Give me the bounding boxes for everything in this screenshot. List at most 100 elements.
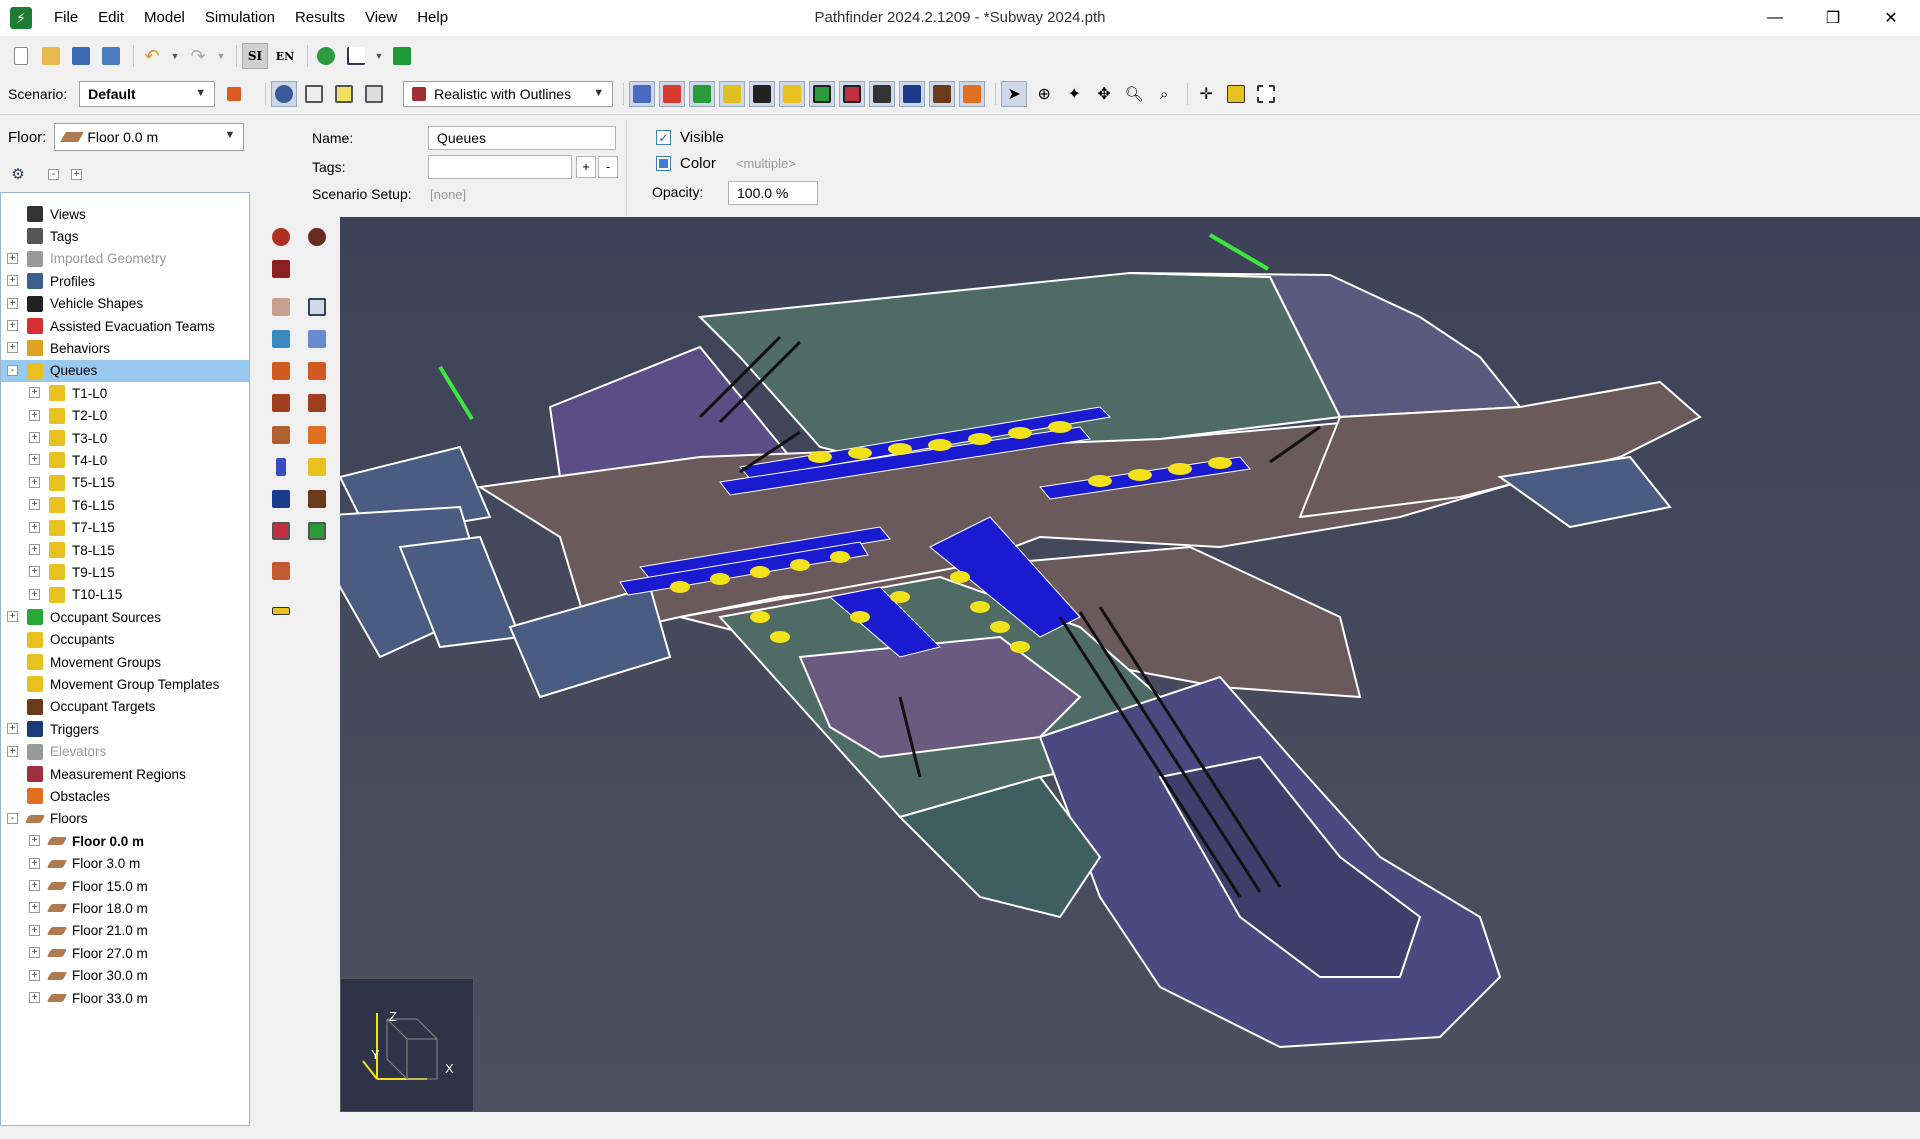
tree-item[interactable]: Views (1, 203, 249, 225)
view-layer-2-button[interactable] (331, 81, 357, 107)
tree-item[interactable]: + T10-L15 (1, 584, 249, 606)
menu-file[interactable]: File (44, 0, 88, 36)
expand-toggle[interactable]: + (7, 297, 18, 309)
tree-item[interactable]: + Floor 21.0 m (1, 920, 249, 942)
tree-item[interactable]: Obstacles (1, 785, 249, 807)
tree-item[interactable]: + Imported Geometry (1, 248, 249, 270)
expand-toggle[interactable]: + (29, 387, 40, 399)
expand-toggle[interactable]: + (29, 499, 40, 511)
expand-toggle[interactable]: + (7, 723, 18, 735)
tree-item[interactable]: + Floor 27.0 m (1, 942, 249, 964)
render-mode-select[interactable]: Realistic with Outlines ▼ (403, 81, 614, 107)
scenario-setup-value[interactable]: [none] (430, 187, 466, 202)
zoom-box-button[interactable]: ⌕ (1151, 81, 1177, 107)
expand-toggle[interactable]: + (29, 432, 40, 443)
expand-toggle[interactable]: + (29, 409, 40, 421)
expand-all-button[interactable]: + (71, 168, 82, 180)
occupant-tool[interactable] (268, 454, 294, 480)
color-swatch-row[interactable]: Color <multiple> (656, 155, 796, 172)
tree-item[interactable]: + Triggers (1, 718, 249, 740)
save-button[interactable] (68, 43, 94, 69)
opacity-field[interactable]: 100.0 % (728, 181, 818, 205)
escalator-tool[interactable] (268, 358, 294, 384)
menu-results[interactable]: Results (285, 0, 355, 36)
maximize-button[interactable]: ❐ (1804, 0, 1862, 36)
results-button[interactable] (343, 43, 369, 69)
tree-item[interactable]: + Vehicle Shapes (1, 293, 249, 315)
tree-item[interactable]: Measurement Regions (1, 763, 249, 785)
wall-tool[interactable] (304, 294, 330, 320)
export-button[interactable] (98, 43, 124, 69)
ramp-tool[interactable] (268, 390, 294, 416)
tree-item[interactable]: + T2-L0 (1, 405, 249, 427)
expand-toggle[interactable]: + (29, 521, 40, 533)
expand-toggle[interactable]: + (29, 544, 40, 555)
source-tool[interactable] (304, 518, 330, 544)
expand-toggle[interactable]: + (29, 857, 40, 869)
menu-edit[interactable]: Edit (88, 0, 134, 36)
pan-tool-button[interactable]: ✥ (1091, 81, 1117, 107)
tree-item[interactable]: Tags (1, 225, 249, 247)
close-button[interactable]: ✕ (1862, 0, 1920, 36)
tree-item[interactable]: + Assisted Evacuation Teams (1, 315, 249, 337)
expand-toggle[interactable]: + (29, 992, 40, 1003)
open-file-button[interactable] (38, 43, 64, 69)
collapse-all-button[interactable]: - (48, 168, 59, 180)
show-occupants-button[interactable] (749, 81, 776, 107)
add-tag-button[interactable]: + (576, 156, 596, 178)
menu-help[interactable]: Help (407, 0, 458, 36)
menu-model[interactable]: Model (134, 0, 195, 36)
en-units-button[interactable]: EN (272, 43, 298, 69)
run-simulation-button[interactable] (313, 43, 339, 69)
tree-item[interactable]: + T1-L0 (1, 382, 249, 404)
footprint-tool[interactable] (268, 256, 294, 282)
tree-filter-button[interactable]: ⚙ (8, 164, 28, 184)
trigger-tool[interactable] (268, 486, 294, 512)
results-dropdown[interactable]: ▼ (373, 43, 385, 69)
ramp-2-tool[interactable] (304, 390, 330, 416)
tree-item[interactable]: + T5-L15 (1, 472, 249, 494)
tree-item[interactable]: + Floor 15.0 m (1, 875, 249, 897)
collapse-toggle[interactable]: - (7, 812, 18, 824)
launch-results-button[interactable] (389, 43, 415, 69)
tree-item[interactable]: + Floor 18.0 m (1, 897, 249, 919)
show-targets-button[interactable] (929, 81, 956, 107)
tree-item[interactable]: + T9-L15 (1, 561, 249, 583)
show-elevators-button[interactable] (869, 81, 896, 107)
select-tool-button[interactable]: ➤ (1001, 81, 1028, 107)
tree-item[interactable]: + Profiles (1, 270, 249, 292)
show-profiles-button[interactable] (689, 81, 716, 107)
expand-toggle[interactable]: + (7, 320, 18, 331)
tree-item[interactable]: + Behaviors (1, 337, 249, 359)
show-regions-button[interactable] (839, 81, 866, 107)
elevator-tool[interactable] (268, 558, 294, 584)
show-sources-button[interactable] (809, 81, 836, 107)
tree-item[interactable]: + T3-L0 (1, 427, 249, 449)
zoom-tool-button[interactable]: 🔍︎ (1121, 81, 1147, 107)
new-file-button[interactable] (8, 43, 34, 69)
tree-item[interactable]: - Floors (1, 808, 249, 830)
door-tool[interactable] (304, 326, 330, 352)
group-tool[interactable] (304, 454, 330, 480)
show-triggers-button[interactable] (899, 81, 926, 107)
show-obstacles-button[interactable] (959, 81, 986, 107)
scenario-manager-button[interactable] (221, 81, 247, 107)
tree-item[interactable]: + Floor 3.0 m (1, 853, 249, 875)
tags-field[interactable] (428, 155, 572, 179)
menu-simulation[interactable]: Simulation (195, 0, 285, 36)
tree-item[interactable]: + T4-L0 (1, 449, 249, 471)
menu-view[interactable]: View (355, 0, 407, 36)
collapse-toggle[interactable]: - (7, 364, 18, 376)
measure-tool[interactable] (268, 598, 294, 624)
stair-tool[interactable] (268, 326, 294, 352)
expand-toggle[interactable]: + (29, 835, 40, 847)
expand-toggle[interactable]: + (29, 969, 40, 981)
room-tool[interactable] (268, 294, 294, 320)
visible-checkbox[interactable]: ✓ Visible (656, 129, 724, 146)
reset-view-button[interactable] (1253, 81, 1279, 107)
walk-tool-button[interactable]: ✦ (1061, 81, 1087, 107)
expand-toggle[interactable]: + (29, 924, 40, 936)
expand-toggle[interactable]: + (29, 902, 40, 914)
expand-toggle[interactable]: + (29, 454, 40, 466)
expand-toggle[interactable]: + (7, 252, 18, 264)
